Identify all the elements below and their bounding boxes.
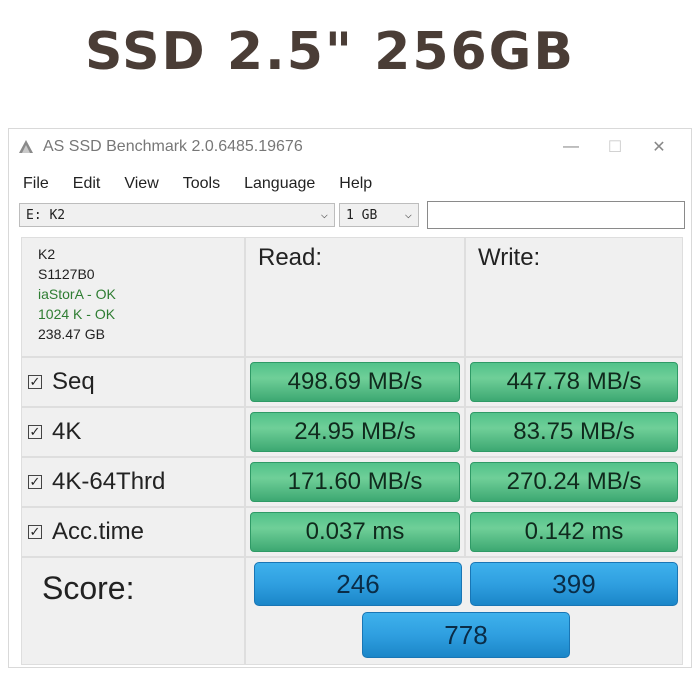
4k-checkbox[interactable]: ✓: [28, 425, 42, 439]
app-icon: [19, 140, 33, 153]
menu-view[interactable]: View: [112, 175, 170, 193]
menu-tools[interactable]: Tools: [171, 175, 232, 193]
seq-write-cell: 447.78 MB/s: [465, 357, 683, 407]
4k64-label: 4K-64Thrd: [52, 468, 166, 495]
drive-info-panel: K2 S1127B0 iaStorA - OK 1024 K - OK 238.…: [21, 237, 245, 357]
minimize-button[interactable]: —: [549, 133, 593, 161]
4k-label: 4K: [52, 418, 82, 445]
name-input[interactable]: [427, 201, 685, 229]
seq-read-result: 498.69 MB/s: [250, 362, 460, 402]
4k-read-result: 24.95 MB/s: [250, 412, 460, 452]
menu-edit[interactable]: Edit: [61, 175, 113, 193]
drive-capacity: 238.47 GB: [38, 326, 105, 342]
hero-title: SSD 2.5" 256GB: [84, 22, 575, 82]
score-label-cell: Score:: [21, 557, 245, 665]
alignment-status: 1024 K - OK: [38, 306, 116, 322]
title-bar: AS SSD Benchmark 2.0.6485.19676 — ☐ ✕: [9, 129, 691, 165]
menu-language[interactable]: Language: [232, 175, 327, 193]
acctime-label: Acc.time: [52, 518, 145, 545]
close-button[interactable]: ✕: [637, 133, 681, 161]
4k64-write-result: 270.24 MB/s: [470, 462, 678, 502]
score-read: 246: [254, 562, 462, 606]
drive-select[interactable]: E: K2 ⌵: [19, 203, 335, 227]
4k64-read-result: 171.60 MB/s: [250, 462, 460, 502]
4k-write-result: 83.75 MB/s: [470, 412, 678, 452]
score-panel: 246 399 778: [245, 557, 683, 665]
drive-firmware: S1127B0: [38, 266, 95, 282]
chevron-down-icon: ⌵: [404, 207, 412, 221]
benchmark-window: AS SSD Benchmark 2.0.6485.19676 — ☐ ✕ Fi…: [8, 128, 692, 668]
driver-status: iaStorA - OK: [38, 286, 116, 302]
seq-checkbox[interactable]: ✓: [28, 375, 42, 389]
seq-read-cell: 498.69 MB/s: [245, 357, 465, 407]
chevron-down-icon: ⌵: [320, 207, 328, 221]
score-label: Score:: [42, 570, 135, 606]
menu-help[interactable]: Help: [327, 175, 384, 193]
4k64-write-cell: 270.24 MB/s: [465, 457, 683, 507]
menu-bar: File Edit View Tools Language Help: [9, 171, 384, 197]
drive-name: K2: [38, 246, 56, 262]
toolbar: E: K2 ⌵ 1 GB ⌵: [9, 201, 691, 233]
seq-write-result: 447.78 MB/s: [470, 362, 678, 402]
results-grid: K2 S1127B0 iaStorA - OK 1024 K - OK 238.…: [21, 237, 683, 665]
window-title: AS SSD Benchmark 2.0.6485.19676: [43, 138, 303, 155]
size-select[interactable]: 1 GB ⌵: [339, 203, 419, 227]
row-4k-label-cell: ✓ 4K: [21, 407, 245, 457]
write-header-cell: Write:: [465, 237, 683, 357]
row-acctime-label-cell: ✓ Acc.time: [21, 507, 245, 557]
4k64-read-cell: 171.60 MB/s: [245, 457, 465, 507]
acctime-write-result: 0.142 ms: [470, 512, 678, 552]
read-header-cell: Read:: [245, 237, 465, 357]
4k-read-cell: 24.95 MB/s: [245, 407, 465, 457]
acctime-read-cell: 0.037 ms: [245, 507, 465, 557]
score-write: 399: [470, 562, 678, 606]
row-seq-label-cell: ✓ Seq: [21, 357, 245, 407]
acctime-read-result: 0.037 ms: [250, 512, 460, 552]
4k64-checkbox[interactable]: ✓: [28, 475, 42, 489]
row-4k64-label-cell: ✓ 4K-64Thrd: [21, 457, 245, 507]
acctime-checkbox[interactable]: ✓: [28, 525, 42, 539]
write-header: Write:: [478, 244, 541, 271]
4k-write-cell: 83.75 MB/s: [465, 407, 683, 457]
drive-select-value: E: K2: [26, 207, 66, 223]
acctime-write-cell: 0.142 ms: [465, 507, 683, 557]
maximize-button[interactable]: ☐: [593, 133, 637, 161]
score-total: 778: [362, 612, 570, 658]
menu-file[interactable]: File: [9, 175, 61, 193]
seq-label: Seq: [52, 368, 95, 395]
read-header: Read:: [258, 244, 323, 271]
size-select-value: 1 GB: [346, 207, 378, 223]
